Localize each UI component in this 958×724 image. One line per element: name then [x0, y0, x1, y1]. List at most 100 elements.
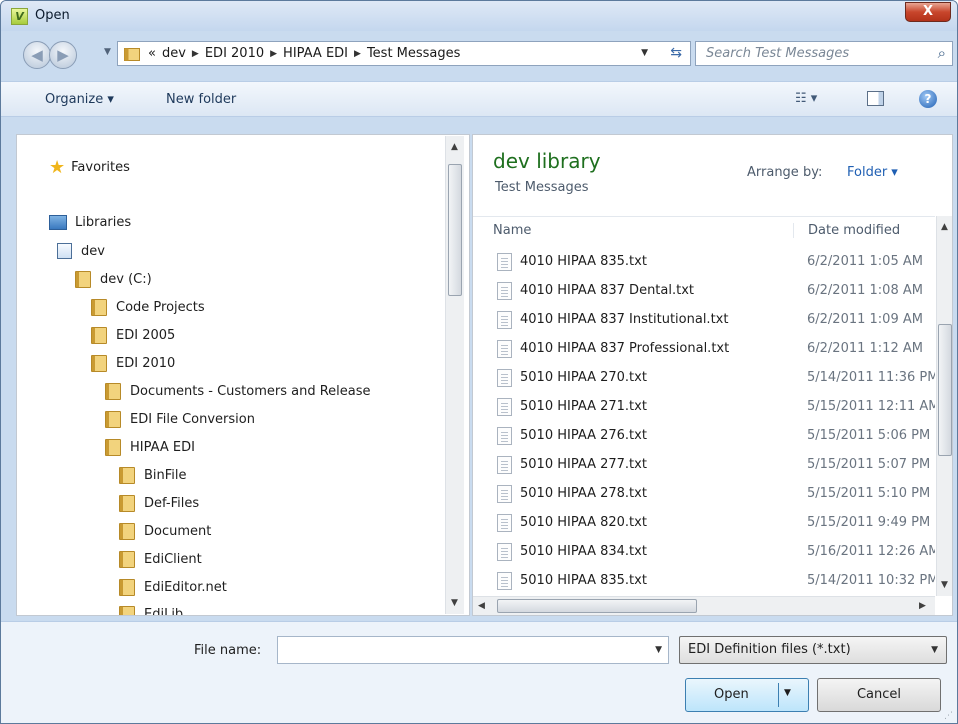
file-list-horizontal-scrollbar[interactable]: ◀ ▶	[473, 596, 935, 615]
organize-button[interactable]: Organize ▾	[45, 92, 114, 107]
scroll-left-icon[interactable]: ◀	[478, 601, 485, 611]
scroll-up-icon[interactable]: ▲	[451, 142, 458, 152]
nav-item-libraries[interactable]: Libraries	[49, 215, 131, 230]
nav-item-document[interactable]: Document	[119, 523, 211, 540]
breadcrumb-test-messages[interactable]: Test Messages	[367, 46, 460, 61]
breadcrumb-hipaa-edi[interactable]: HIPAA EDI	[283, 46, 348, 61]
file-name: 5010 HIPAA 834.txt	[520, 544, 647, 559]
address-dropdown-icon[interactable]: ▼	[641, 48, 648, 58]
nav-item-edi-2010[interactable]: EDI 2010	[91, 355, 175, 372]
recent-locations-dropdown[interactable]: ▼	[104, 47, 111, 57]
nav-item-edieditor[interactable]: EdiEditor.net	[119, 579, 227, 596]
file-type-filter[interactable]: EDI Definition files (*.txt) ▼	[679, 636, 947, 664]
file-name: 4010 HIPAA 837 Dental.txt	[520, 283, 695, 298]
help-icon[interactable]: ?	[919, 90, 937, 108]
nav-item-edi-2005[interactable]: EDI 2005	[91, 327, 175, 344]
library-subtitle: Test Messages	[495, 180, 589, 195]
search-input[interactable]: Search Test Messages ⌕	[695, 41, 953, 66]
libraries-icon	[49, 215, 67, 230]
file-name: 5010 HIPAA 820.txt	[520, 515, 647, 530]
scrollbar-thumb[interactable]	[497, 599, 697, 613]
nav-item-code-projects[interactable]: Code Projects	[91, 299, 205, 316]
open-button[interactable]: Open ▼	[685, 678, 809, 712]
nav-item-label: Document	[144, 524, 212, 539]
nav-item-edi-file-conversion[interactable]: EDI File Conversion	[105, 411, 255, 428]
address-bar[interactable]: « dev ▶ EDI 2010 ▶ HIPAA EDI ▶ Test Mess…	[117, 41, 691, 66]
nav-item-dev[interactable]: dev	[57, 243, 105, 259]
breadcrumb-separator-icon[interactable]: ▶	[354, 49, 361, 59]
title-bar[interactable]: V Open X	[1, 1, 957, 31]
cancel-button[interactable]: Cancel	[817, 678, 941, 712]
nav-item-hipaa-edi[interactable]: HIPAA EDI	[105, 439, 195, 456]
nav-item-label: EDI 2010	[116, 356, 176, 371]
preview-pane-icon[interactable]	[867, 91, 884, 106]
breadcrumb-separator-icon[interactable]: ▶	[192, 49, 199, 59]
folder-icon	[119, 579, 135, 596]
nav-item-edilib[interactable]: EdiLib	[119, 606, 183, 615]
table-row[interactable]: 5010 HIPAA 820.txt 5/15/2011 9:49 PM	[473, 509, 935, 538]
search-icon[interactable]: ⌕	[938, 44, 946, 62]
open-dialog: V Open X ◀ ▶ ▼ « dev ▶ EDI 2010 ▶ HIPAA …	[0, 0, 958, 724]
table-row[interactable]: 5010 HIPAA 277.txt 5/15/2011 5:07 PM	[473, 451, 935, 480]
nav-item-ediclient[interactable]: EdiClient	[119, 551, 202, 568]
file-date: 5/15/2011 12:11 AM	[807, 399, 935, 414]
nav-item-label: Code Projects	[116, 300, 205, 315]
column-header-date[interactable]: Date modified	[793, 223, 943, 238]
chevron-down-icon[interactable]: ▼	[655, 645, 662, 655]
scroll-down-icon[interactable]: ▼	[451, 598, 458, 608]
chevron-down-icon[interactable]: ▼	[784, 688, 791, 698]
back-button[interactable]: ◀	[23, 41, 51, 69]
table-row[interactable]: 5010 HIPAA 276.txt 5/15/2011 5:06 PM	[473, 422, 935, 451]
navigation-pane: ★ Favorites Libraries dev dev (C:) Code …	[16, 134, 470, 616]
table-row[interactable]: 4010 HIPAA 835.txt 6/2/2011 1:05 AM	[473, 248, 935, 277]
scroll-up-icon[interactable]: ▲	[941, 222, 948, 232]
table-row[interactable]: 5010 HIPAA 271.txt 5/15/2011 12:11 AM	[473, 393, 935, 422]
navigation-scrollbar[interactable]: ▲ ▼	[445, 136, 464, 614]
file-name: 5010 HIPAA 278.txt	[520, 486, 647, 501]
table-row[interactable]: 5010 HIPAA 835.txt 5/14/2011 10:32 PM	[473, 567, 935, 596]
nav-item-binfile[interactable]: BinFile	[119, 467, 187, 484]
forward-button[interactable]: ▶	[49, 41, 77, 69]
scroll-right-icon[interactable]: ▶	[919, 601, 926, 611]
breadcrumb-overflow[interactable]: «	[148, 46, 156, 61]
refresh-icon[interactable]: ⇆	[670, 45, 682, 61]
computer-icon	[57, 243, 72, 259]
close-button[interactable]: X	[905, 2, 951, 22]
column-header-name[interactable]: Name	[493, 223, 531, 238]
file-list-vertical-scrollbar[interactable]: ▲ ▼	[936, 216, 952, 596]
file-list-pane: dev library Test Messages Arrange by: Fo…	[472, 134, 953, 616]
table-row[interactable]: 5010 HIPAA 270.txt 5/14/2011 11:36 PM	[473, 364, 935, 393]
nav-item-favorites[interactable]: ★ Favorites	[49, 157, 130, 178]
resize-grip-icon[interactable]: ⋰	[944, 711, 953, 721]
arrange-by-label: Arrange by:	[747, 165, 823, 180]
file-name: 4010 HIPAA 837 Institutional.txt	[520, 312, 729, 327]
star-icon: ★	[49, 157, 66, 178]
table-row[interactable]: 5010 HIPAA 278.txt 5/15/2011 5:10 PM	[473, 480, 935, 509]
dialog-footer: File name: ▼ EDI Definition files (*.txt…	[1, 621, 957, 723]
table-row[interactable]: 5010 HIPAA 834.txt 5/16/2011 12:26 AM	[473, 538, 935, 567]
arrange-by-dropdown[interactable]: Folder ▾	[847, 165, 898, 180]
new-folder-button[interactable]: New folder	[166, 92, 236, 107]
scrollbar-thumb[interactable]	[938, 324, 952, 456]
breadcrumb-separator-icon[interactable]: ▶	[270, 49, 277, 59]
nav-item-def-files[interactable]: Def-Files	[119, 495, 199, 512]
nav-item-label: Def-Files	[144, 496, 200, 511]
nav-item-documents-customers[interactable]: Documents - Customers and Release	[105, 383, 371, 400]
scroll-down-icon[interactable]: ▼	[941, 580, 948, 590]
folder-icon	[105, 439, 121, 456]
text-file-icon	[497, 427, 512, 445]
library-title: dev library	[493, 149, 601, 173]
folder-icon	[119, 523, 135, 540]
nav-item-dev-c[interactable]: dev (C:)	[75, 271, 152, 288]
table-row[interactable]: 4010 HIPAA 837 Institutional.txt 6/2/201…	[473, 306, 935, 335]
scrollbar-thumb[interactable]	[448, 164, 462, 296]
table-row[interactable]: 4010 HIPAA 837 Dental.txt 6/2/2011 1:08 …	[473, 277, 935, 306]
nav-item-label: EdiEditor.net	[144, 580, 227, 595]
breadcrumb-dev[interactable]: dev	[162, 46, 186, 61]
file-name: 4010 HIPAA 837 Professional.txt	[520, 341, 730, 356]
file-name-input[interactable]: ▼	[277, 636, 669, 664]
breadcrumb-edi-2010[interactable]: EDI 2010	[205, 46, 264, 61]
app-icon: V	[11, 8, 28, 25]
change-view-button[interactable]: ☷ ▾	[795, 91, 817, 106]
table-row[interactable]: 4010 HIPAA 837 Professional.txt 6/2/2011…	[473, 335, 935, 364]
